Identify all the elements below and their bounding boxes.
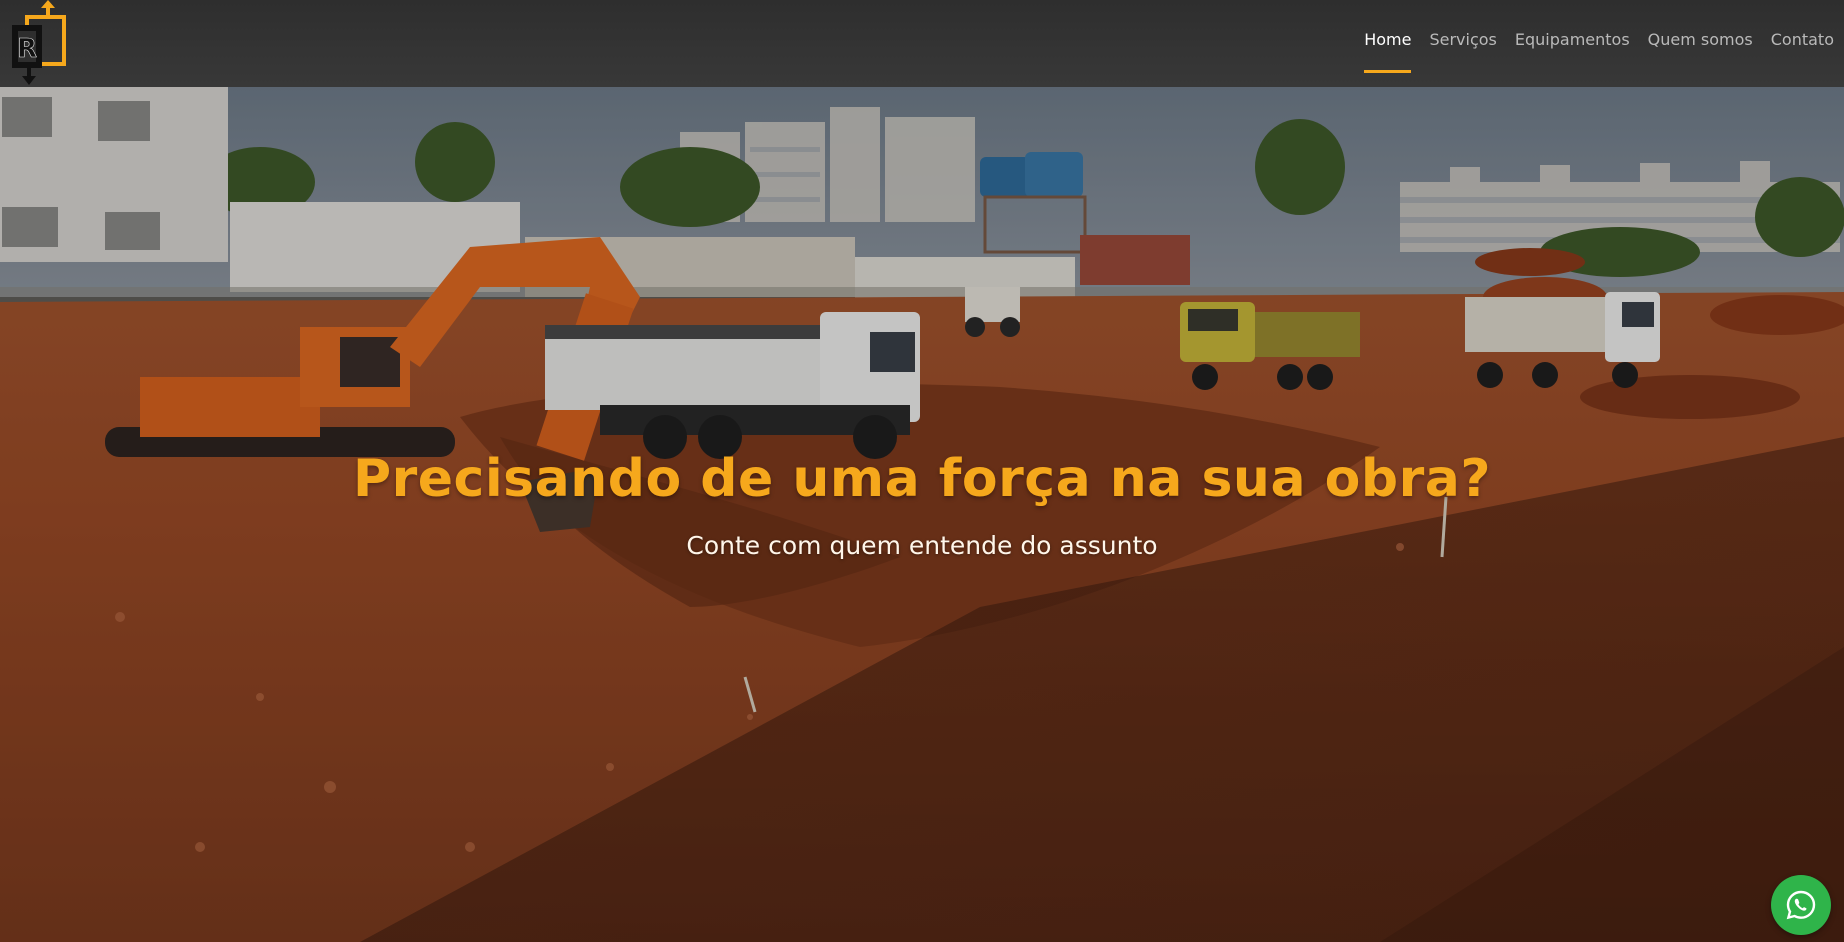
nav-item-home[interactable]: Home bbox=[1364, 0, 1412, 87]
hero-section: Precisando de uma força na sua obra? Con… bbox=[0, 87, 1844, 942]
whatsapp-icon bbox=[1786, 890, 1816, 920]
brand-logo[interactable]: R bbox=[10, 0, 68, 86]
hero-overlay bbox=[0, 87, 1844, 942]
nav-item-equipamentos[interactable]: Equipamentos bbox=[1515, 0, 1630, 87]
nav-item-label: Quem somos bbox=[1647, 30, 1753, 49]
nav-item-label: Serviços bbox=[1429, 30, 1497, 49]
hero-title: Precisando de uma força na sua obra? bbox=[352, 449, 1491, 509]
nav-item-label: Contato bbox=[1770, 30, 1834, 49]
logo-letter: R bbox=[17, 34, 37, 64]
nav-item-quem-somos[interactable]: Quem somos bbox=[1648, 0, 1753, 87]
top-navbar: R Home Serviços Equipamentos Quem somos … bbox=[0, 0, 1844, 87]
nav-item-servicos[interactable]: Serviços bbox=[1429, 0, 1496, 87]
nav-item-label: Home bbox=[1364, 30, 1412, 49]
page: R Home Serviços Equipamentos Quem somos … bbox=[0, 0, 1844, 942]
nav-item-label: Equipamentos bbox=[1514, 30, 1630, 49]
active-nav-indicator bbox=[1364, 70, 1412, 73]
nav-item-contato[interactable]: Contato bbox=[1771, 0, 1834, 87]
hero-subtitle: Conte com quem entende do assunto bbox=[686, 531, 1158, 560]
logo-mark-icon: R bbox=[12, 0, 66, 85]
whatsapp-button[interactable] bbox=[1771, 875, 1831, 935]
main-nav: Home Serviços Equipamentos Quem somos Co… bbox=[1364, 0, 1844, 87]
